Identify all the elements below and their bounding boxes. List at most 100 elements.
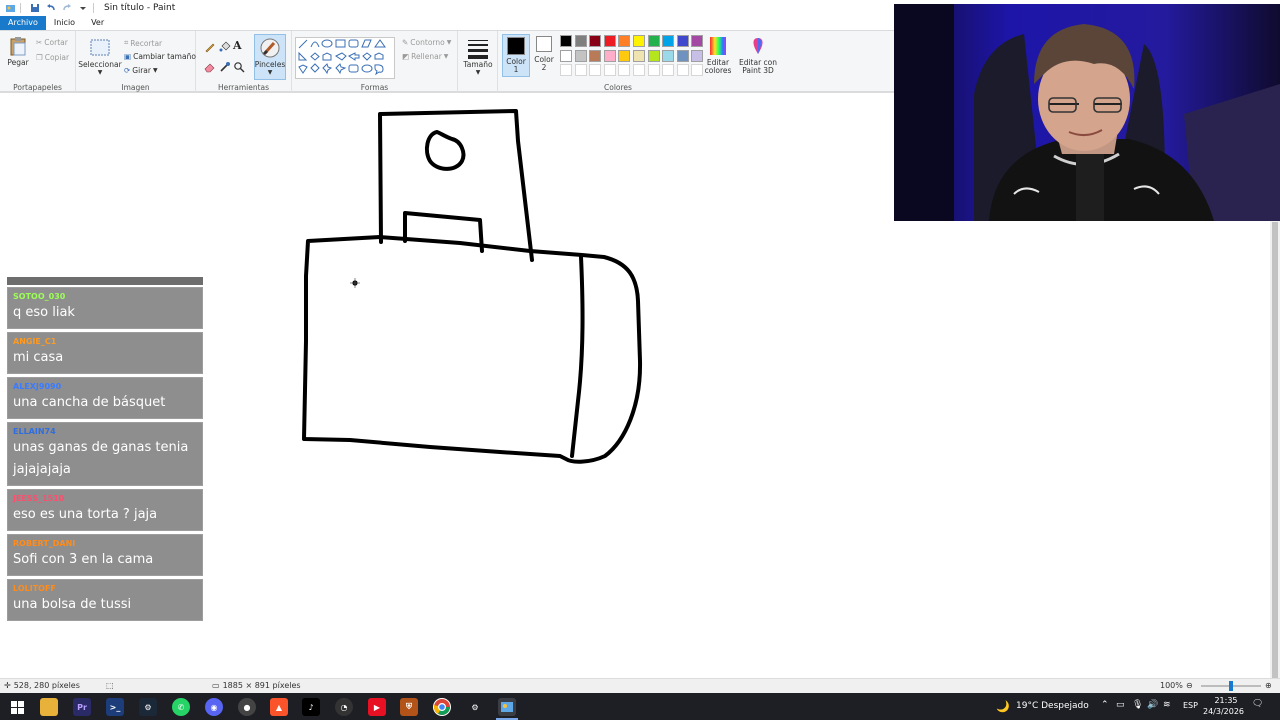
brushes-label: Pinceles xyxy=(254,60,286,69)
color2-button[interactable]: Color 2 xyxy=(532,36,556,72)
zoom-out-icon: ⊖ xyxy=(1186,681,1193,690)
settings-icon[interactable]: ⚙ xyxy=(466,698,484,716)
tray-chevron-up-icon[interactable]: ⌃ xyxy=(1101,700,1109,710)
custom-color-slot[interactable] xyxy=(633,64,645,76)
color-swatch[interactable] xyxy=(676,49,689,62)
scrollbar-thumb[interactable] xyxy=(1272,222,1278,720)
size-button[interactable]: Tamaño ▼ xyxy=(462,37,494,77)
colors-group-label: Colores xyxy=(604,83,632,92)
edit-with-paint3d-button[interactable]: Editar con Paint 3D xyxy=(738,35,778,75)
group-size: Tamaño ▼ xyxy=(458,31,498,93)
edit-colors-button[interactable]: Editar colores xyxy=(704,35,732,75)
shapes-gallery[interactable] xyxy=(295,37,395,79)
custom-color-slot[interactable] xyxy=(589,64,602,76)
color-swatch[interactable] xyxy=(633,35,645,47)
color-swatch[interactable] xyxy=(691,35,704,47)
whatsapp-icon[interactable]: ✆ xyxy=(172,698,190,716)
shield-app-icon[interactable]: ⛨ xyxy=(400,698,418,716)
custom-color-slot[interactable] xyxy=(560,64,572,76)
custom-color-slot[interactable] xyxy=(647,64,660,76)
brushes-button[interactable]: Pinceles ▼ xyxy=(254,34,286,80)
color1-button[interactable]: Color 1 xyxy=(502,34,530,77)
premiere-pro-icon[interactable]: Pr xyxy=(73,698,91,716)
select-button[interactable]: Seleccionar ▼ xyxy=(78,37,122,77)
color-palette xyxy=(560,35,710,79)
media-player-icon[interactable]: ▶ xyxy=(368,698,386,716)
pencil-icon[interactable] xyxy=(204,41,216,53)
color-picker-icon[interactable] xyxy=(219,61,231,73)
tab-ver[interactable]: Ver xyxy=(83,16,112,30)
color-swatch[interactable] xyxy=(560,35,572,47)
group-tools: A Pinceles ▼ Herramientas xyxy=(196,31,292,93)
eraser-icon[interactable] xyxy=(204,61,216,73)
clock-date[interactable]: 24/3/2026 xyxy=(1203,707,1244,716)
chat-message: ROBERT_DANI Sofi con 3 en la cama xyxy=(7,534,203,576)
notification-icon[interactable]: 🗨 xyxy=(1252,699,1263,709)
file-explorer-icon[interactable] xyxy=(40,698,58,716)
resize-button[interactable]: ▣ Cambiar tamaño xyxy=(124,52,196,61)
color-swatch[interactable] xyxy=(603,35,616,47)
customize-quick-access-icon[interactable] xyxy=(77,2,89,14)
color-swatch[interactable] xyxy=(560,49,572,62)
paste-button[interactable]: Pegar xyxy=(5,35,31,67)
zoom-in-button[interactable]: ⊕ xyxy=(1265,681,1272,690)
color-swatch[interactable] xyxy=(574,35,587,47)
paint-taskbar-icon[interactable] xyxy=(498,698,516,716)
tab-inicio[interactable]: Inicio xyxy=(46,16,83,30)
color-swatch[interactable] xyxy=(691,49,704,62)
color-swatch[interactable] xyxy=(589,49,602,62)
color-swatch[interactable] xyxy=(618,49,631,62)
color-swatch[interactable] xyxy=(603,49,616,62)
custom-color-slot[interactable] xyxy=(618,64,631,76)
custom-color-slot[interactable] xyxy=(603,64,616,76)
network-icon[interactable]: ▭ xyxy=(1116,700,1125,710)
color-swatch[interactable] xyxy=(589,35,602,47)
copy-button[interactable]: ❐ Copiar xyxy=(36,53,69,62)
undo-icon[interactable] xyxy=(45,2,57,14)
save-icon[interactable] xyxy=(29,2,41,14)
windows-start-icon[interactable] xyxy=(8,698,26,716)
chat-message: ALEXJ9090 una cancha de básquet xyxy=(7,377,203,419)
wifi-icon[interactable]: ≋ xyxy=(1163,700,1171,710)
language-indicator[interactable]: ESP xyxy=(1183,701,1198,710)
color-swatch[interactable] xyxy=(574,49,587,62)
rotate-button[interactable]: ⟳ Girar ▼ xyxy=(124,66,158,75)
zoom-slider-thumb[interactable] xyxy=(1229,681,1233,691)
canvas-size: ▭ 1885 × 891 píxeles xyxy=(212,681,301,690)
obs-icon[interactable]: ● xyxy=(238,698,256,716)
audio-app-icon[interactable]: ◔ xyxy=(335,698,353,716)
zoom-out-button[interactable]: ⊖ xyxy=(1186,681,1193,690)
color-swatch[interactable] xyxy=(662,35,675,47)
volume-icon[interactable]: 🔊 xyxy=(1147,700,1158,710)
brave-icon[interactable]: ▲ xyxy=(270,698,288,716)
custom-color-slot[interactable] xyxy=(574,64,587,76)
clock-time[interactable]: 21:35 xyxy=(1206,696,1246,705)
powershell-icon[interactable]: >_ xyxy=(106,698,124,716)
outline-button[interactable]: ✎ Contorno ▼ xyxy=(402,38,451,47)
magnifier-icon[interactable] xyxy=(233,61,245,73)
color-swatch[interactable] xyxy=(676,35,689,47)
microphone-icon[interactable]: 🎙 xyxy=(1132,700,1143,710)
discord-icon[interactable]: ◉ xyxy=(205,698,223,716)
chrome-icon[interactable] xyxy=(433,698,451,716)
custom-color-slot[interactable] xyxy=(691,64,704,76)
tiktok-icon[interactable]: ♪ xyxy=(302,698,320,716)
steam-icon[interactable]: ⚙ xyxy=(139,698,157,716)
redo-icon[interactable] xyxy=(61,2,73,14)
color-swatch[interactable] xyxy=(633,49,645,62)
fill-button[interactable]: ◩ Rellenar ▼ xyxy=(402,52,448,61)
color-swatch[interactable] xyxy=(647,49,660,62)
fill-bucket-icon[interactable] xyxy=(219,41,231,53)
cut-button[interactable]: ✂ Cortar xyxy=(36,38,68,47)
custom-color-slot[interactable] xyxy=(676,64,689,76)
crop-icon: ⌗ xyxy=(124,38,129,47)
weather-text[interactable]: 19°C Despejado xyxy=(1016,701,1089,711)
crop-button[interactable]: ⌗ Recortar xyxy=(124,38,162,48)
color-swatch[interactable] xyxy=(647,35,660,47)
color-swatch[interactable] xyxy=(662,49,675,62)
tab-archivo[interactable]: Archivo xyxy=(0,16,46,30)
text-tool-icon[interactable]: A xyxy=(233,39,242,52)
color-swatch[interactable] xyxy=(618,35,631,47)
zoom-slider[interactable] xyxy=(1201,681,1261,691)
custom-color-slot[interactable] xyxy=(662,64,675,76)
